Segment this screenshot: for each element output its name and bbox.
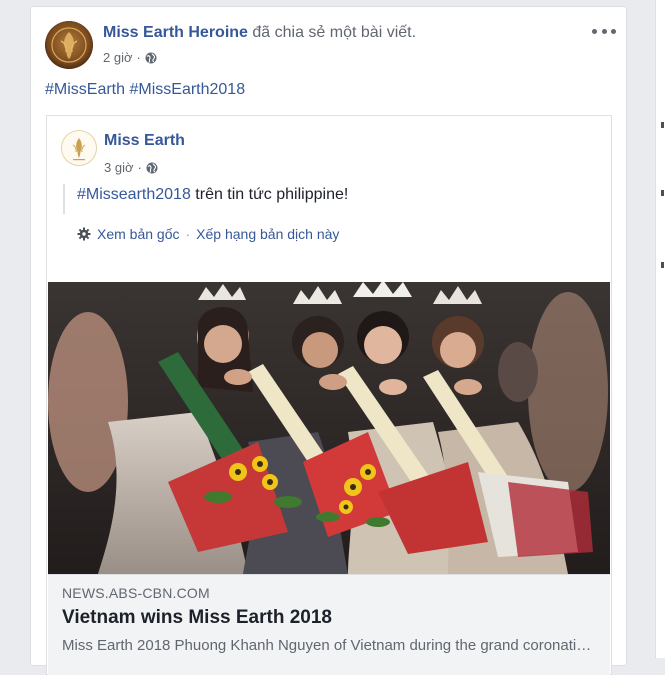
- link-preview-image[interactable]: [48, 282, 610, 574]
- shared-post: Miss Earth 3 giờ · #Missearth2018 trên t…: [46, 115, 612, 675]
- post-meta: 2 giờ ·: [103, 50, 157, 65]
- page-avatar[interactable]: [45, 21, 93, 69]
- post-timestamp[interactable]: 2 giờ: [103, 50, 133, 65]
- globe-icon[interactable]: [145, 52, 157, 64]
- hashtag-link[interactable]: #Missearth2018: [77, 186, 191, 203]
- see-original-link[interactable]: Xem bản gốc: [97, 226, 180, 242]
- link-domain: NEWS.ABS-CBN.COM: [62, 585, 210, 601]
- edge-marker: [661, 190, 664, 196]
- link-preview-info[interactable]: NEWS.ABS-CBN.COM Vietnam wins Miss Earth…: [48, 574, 610, 675]
- shared-meta: 3 giờ ·: [104, 160, 158, 175]
- link-description: Miss Earth 2018 Phuong Khanh Nguyen of V…: [62, 637, 594, 654]
- shared-author-link[interactable]: Miss Earth: [104, 132, 185, 150]
- shared-post-text: #Missearth2018 trên tin tức philippine!: [63, 184, 348, 214]
- globe-icon[interactable]: [146, 162, 158, 174]
- background-page-edge: [655, 0, 665, 658]
- link-title[interactable]: Vietnam wins Miss Earth 2018: [62, 607, 332, 629]
- edge-marker: [661, 122, 664, 128]
- hashtag-link[interactable]: #MissEarth: [45, 81, 125, 98]
- post-card: Miss Earth Heroine đã chia sẻ một bài vi…: [30, 6, 627, 675]
- edge-marker: [661, 262, 664, 268]
- rate-translation-link[interactable]: Xếp hạng bản dịch này: [196, 226, 339, 242]
- post-header-line: Miss Earth Heroine đã chia sẻ một bài vi…: [103, 24, 416, 42]
- post-hashtags: #MissEarth #MissEarth2018: [45, 81, 245, 99]
- author-name-link[interactable]: Miss Earth Heroine: [103, 24, 248, 41]
- translation-bar: Xem bản gốc · Xếp hạng bản dịch này: [77, 226, 339, 242]
- separator-dot: ·: [185, 226, 191, 242]
- shared-timestamp[interactable]: 3 giờ: [104, 160, 134, 175]
- hashtag-link[interactable]: #MissEarth2018: [129, 81, 245, 98]
- author-action-text: đã chia sẻ một bài viết.: [252, 24, 417, 41]
- shared-page-avatar[interactable]: [61, 130, 97, 166]
- gear-icon[interactable]: [77, 227, 91, 241]
- more-options-icon[interactable]: [592, 23, 616, 39]
- post-text-body: trên tin tức philippine!: [190, 186, 349, 203]
